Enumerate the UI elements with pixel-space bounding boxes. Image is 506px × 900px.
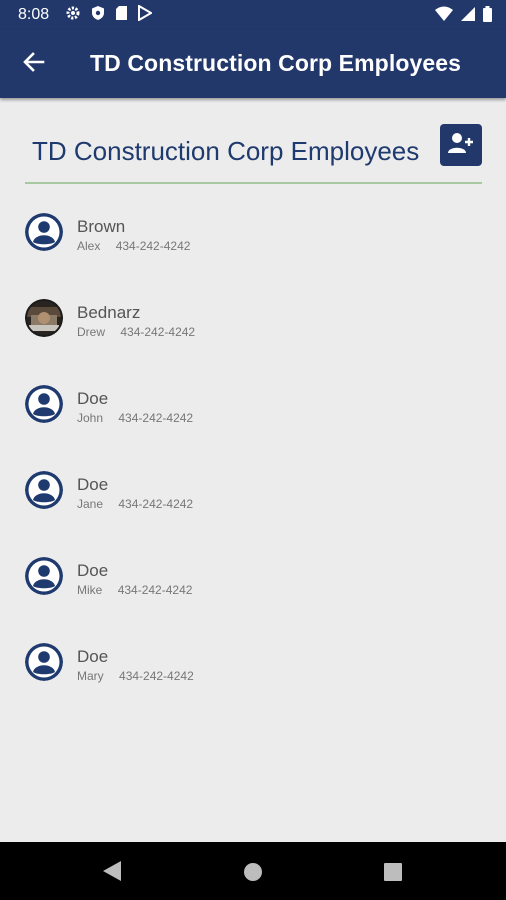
- employee-phone: 434-242-4242: [120, 325, 196, 339]
- list-item[interactable]: Doe Mike 434-242-4242: [25, 552, 482, 638]
- status-icons-right: [435, 6, 492, 27]
- employee-details: Jane 434-242-4242: [77, 497, 193, 511]
- home-circle-icon[interactable]: [244, 863, 262, 886]
- employee-last-name: Bednarz: [77, 303, 141, 322]
- employee-photo: [25, 299, 63, 337]
- employee-last-name: Doe: [77, 647, 109, 666]
- person-icon: [25, 471, 63, 509]
- employee-first-name: Mike: [77, 583, 103, 597]
- status-time: 8:08: [18, 6, 50, 23]
- employee-first-name: John: [77, 411, 104, 425]
- employee-list: Brown Alex 434-242-4242 Bednarz Drew 434…: [25, 208, 482, 724]
- employee-first-name: Alex: [77, 239, 101, 253]
- employee-phone: 434-242-4242: [119, 669, 194, 683]
- back-triangle-icon[interactable]: [102, 860, 122, 887]
- arrow-back-icon: [23, 51, 45, 78]
- app-bar: TD Construction Corp Employees: [0, 30, 506, 98]
- status-bar: 8:08: [0, 0, 506, 30]
- list-item[interactable]: Bednarz Drew 434-242-4242: [25, 294, 482, 380]
- gear-icon: [65, 5, 81, 26]
- employee-phone: 434-242-4242: [117, 583, 193, 597]
- add-employee-button[interactable]: [440, 124, 482, 166]
- play-store-icon: [138, 3, 154, 26]
- employee-details: Mike 434-242-4242: [77, 583, 192, 597]
- employee-phone: 434-242-4242: [118, 411, 194, 425]
- person-icon: [25, 557, 63, 595]
- employee-last-name: Brown: [77, 217, 126, 236]
- app-bar-title: TD Construction Corp Employees: [90, 50, 462, 76]
- person-icon: [25, 643, 63, 681]
- shield-icon: [91, 5, 105, 26]
- employee-phone: 434-242-4242: [118, 497, 194, 511]
- signal-icon: [461, 6, 475, 27]
- status-icons-left: [65, 3, 154, 26]
- employee-details: Alex 434-242-4242: [77, 239, 190, 253]
- employee-details: Mary 434-242-4242: [77, 669, 194, 683]
- employee-last-name: Doe: [77, 389, 109, 408]
- employee-details: Drew 434-242-4242: [77, 325, 195, 339]
- wifi-icon: [435, 6, 453, 27]
- page-header: TD Construction Corp Employees: [25, 122, 482, 184]
- employee-first-name: Mary: [77, 669, 104, 683]
- battery-icon: [483, 6, 492, 27]
- list-item[interactable]: Brown Alex 434-242-4242: [25, 208, 482, 294]
- employee-details: John 434-242-4242: [77, 411, 193, 425]
- page-title: TD Construction Corp Employees: [32, 136, 420, 166]
- sd-card-icon: [115, 5, 128, 26]
- person-icon: [25, 385, 63, 423]
- recents-square-icon[interactable]: [384, 863, 402, 886]
- navigation-bar: [0, 842, 506, 900]
- person-icon: [25, 213, 63, 251]
- employee-phone: 434-242-4242: [115, 239, 191, 253]
- employee-first-name: Drew: [77, 325, 106, 339]
- list-item[interactable]: Doe Jane 434-242-4242: [25, 466, 482, 552]
- employee-first-name: Jane: [77, 497, 104, 511]
- add-person-icon: [448, 132, 474, 159]
- back-button[interactable]: [20, 50, 48, 78]
- list-item[interactable]: Doe John 434-242-4242: [25, 380, 482, 466]
- list-item[interactable]: Doe Mary 434-242-4242: [25, 638, 482, 724]
- employee-last-name: Doe: [77, 475, 109, 494]
- employee-last-name: Doe: [77, 561, 109, 580]
